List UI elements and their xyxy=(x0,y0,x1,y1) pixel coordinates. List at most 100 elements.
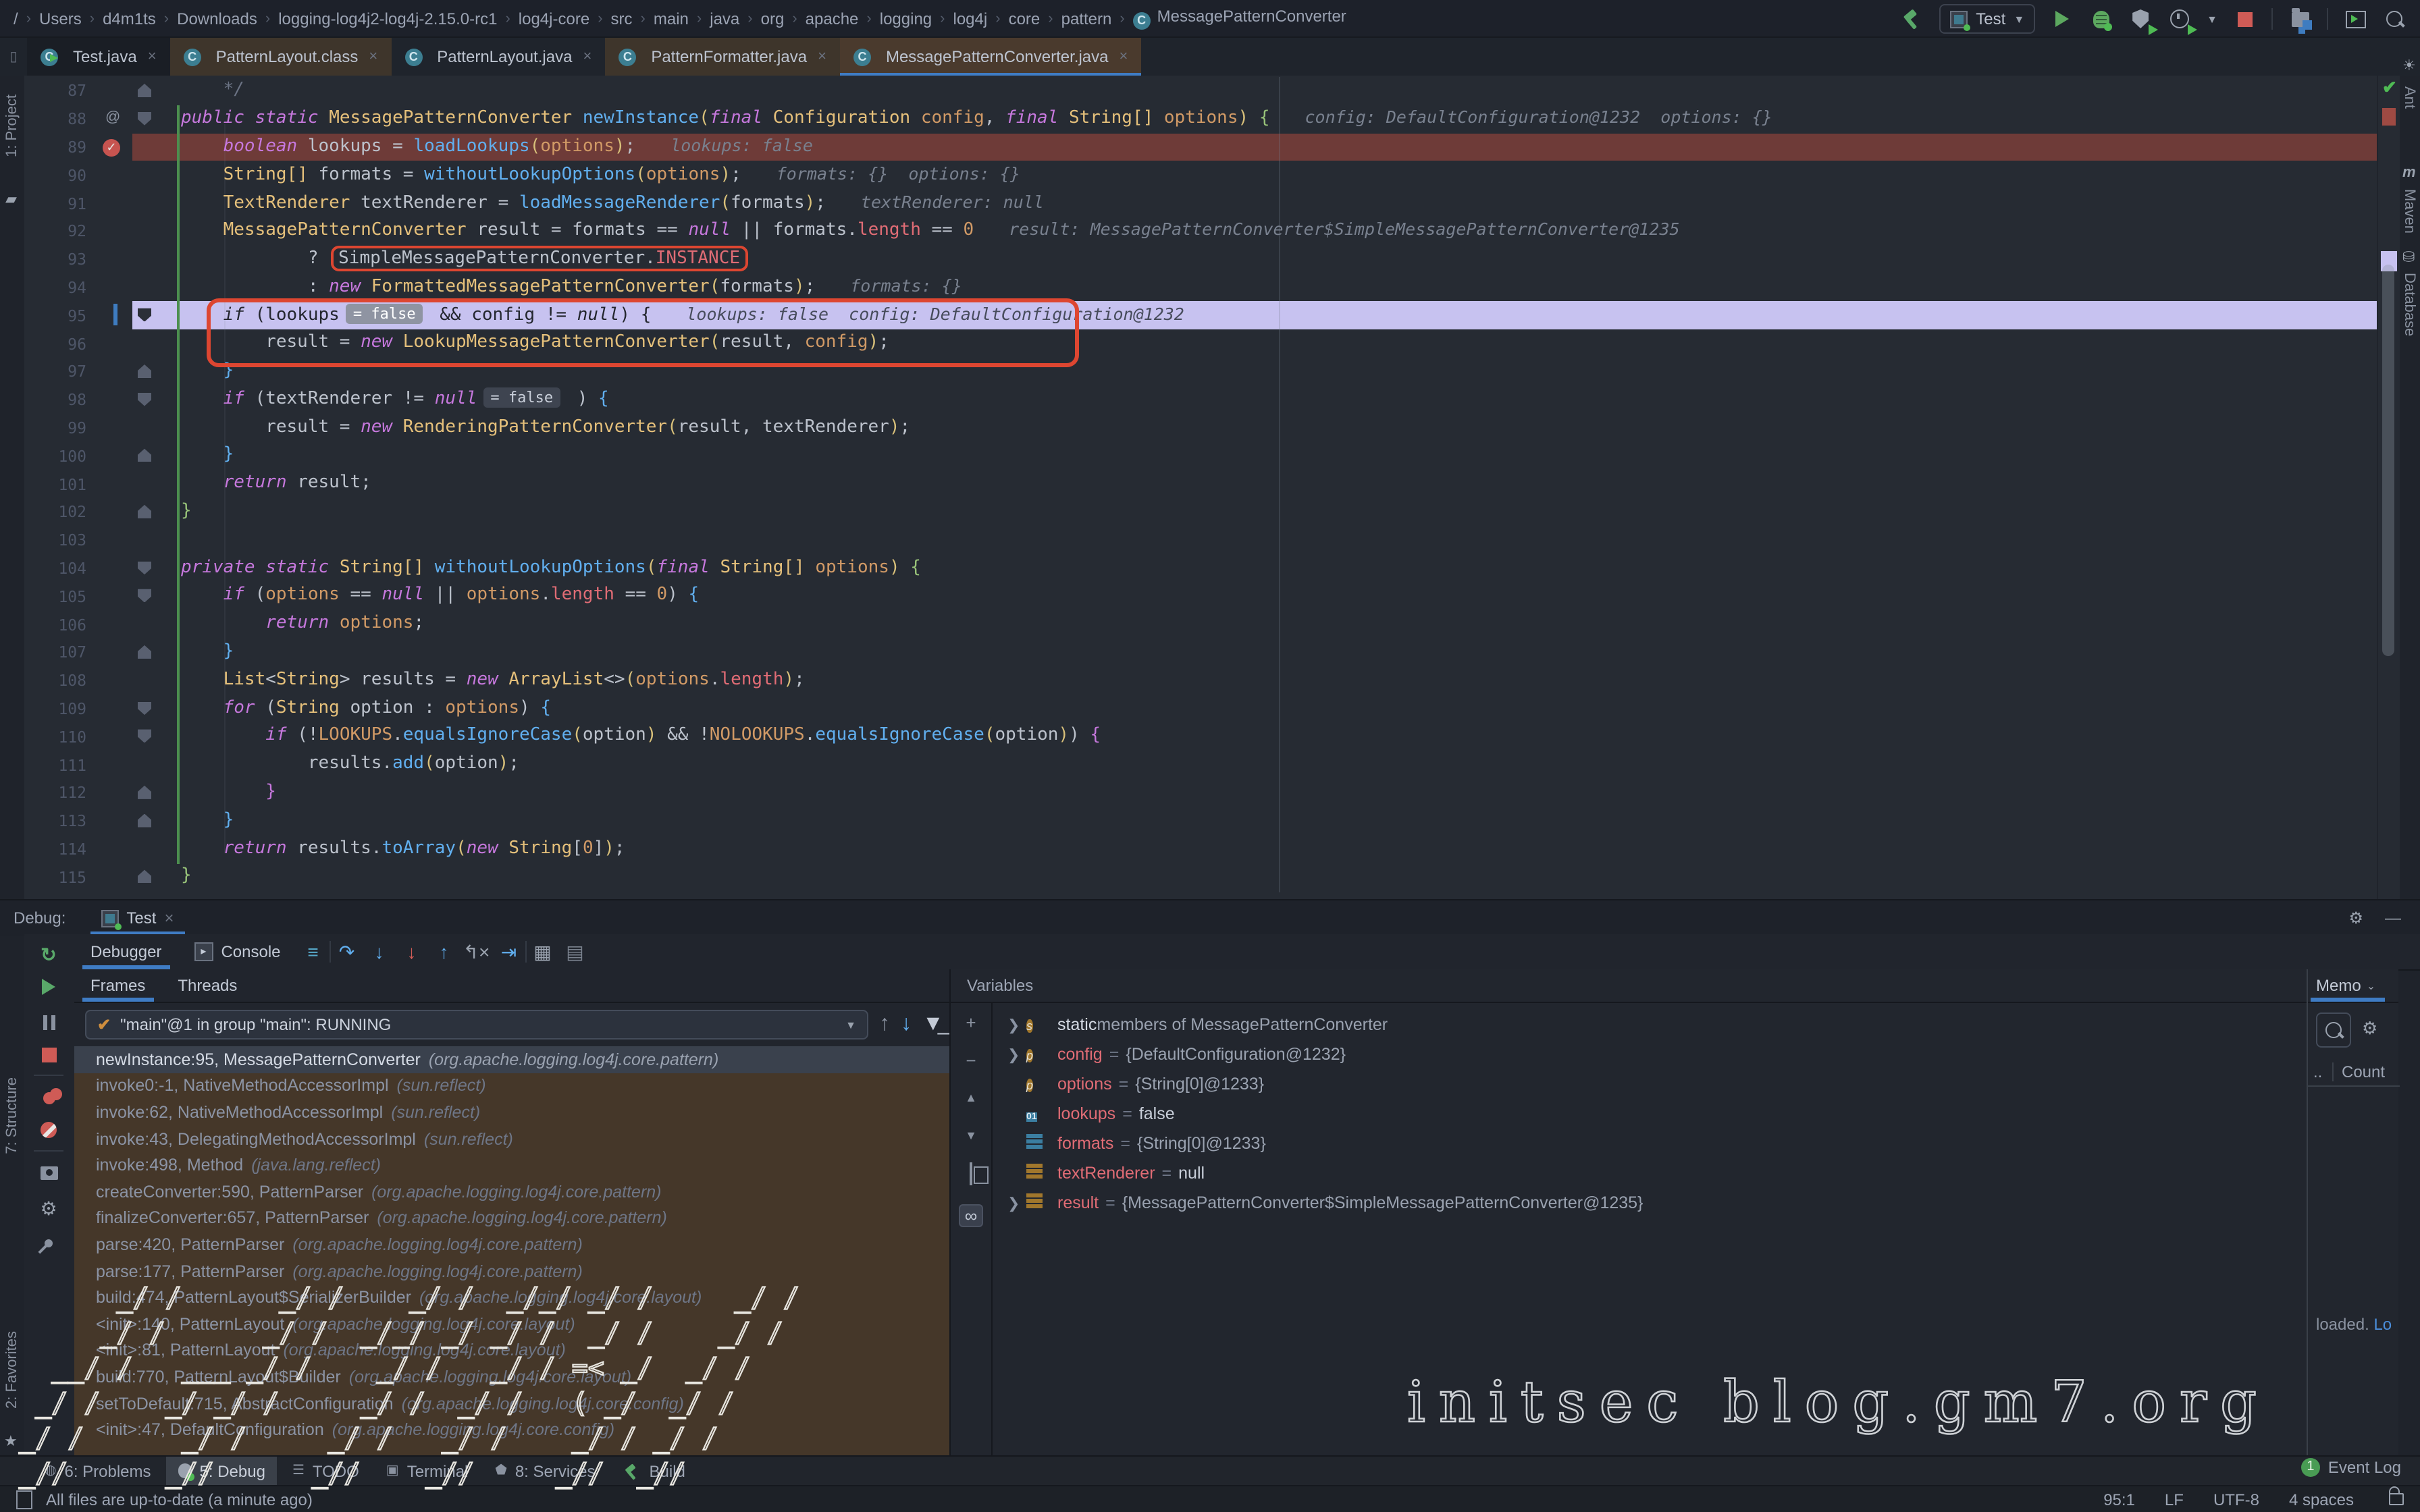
code-line[interactable]: 115} xyxy=(24,863,2377,892)
line-separator[interactable]: LF xyxy=(2165,1490,2184,1509)
breadcrumb-item[interactable]: core xyxy=(1009,9,1041,28)
fold-marker-icon[interactable] xyxy=(138,112,151,126)
line-number[interactable]: 108 xyxy=(24,671,92,690)
code-text[interactable]: return results.toArray(new String[0]); xyxy=(157,835,625,863)
line-number[interactable]: 115 xyxy=(24,867,92,886)
step-out-icon[interactable]: ↑ xyxy=(428,941,461,963)
fold-gutter[interactable] xyxy=(132,610,157,639)
stack-frame[interactable]: invoke0:-1, NativeMethodAccessorImpl(sun… xyxy=(74,1073,949,1099)
build-hammer-icon[interactable] xyxy=(1900,7,1924,31)
fold-marker-icon[interactable] xyxy=(138,645,151,659)
step-over-icon[interactable]: ↷ xyxy=(331,940,363,963)
stop-icon[interactable] xyxy=(2232,7,2257,31)
code-text[interactable]: } xyxy=(157,442,234,470)
line-number[interactable]: 103 xyxy=(24,531,92,549)
code-text[interactable]: return options; xyxy=(157,610,424,639)
stack-frame[interactable]: build:770, PatternLayout$Builder(org.apa… xyxy=(74,1364,949,1390)
view-breakpoints-icon[interactable] xyxy=(36,1085,61,1110)
code-line[interactable]: 109 for (String option : options) { xyxy=(24,695,2377,723)
code-text[interactable]: return result; xyxy=(157,470,371,498)
editor-tab[interactable]: CPatternLayout.java× xyxy=(391,38,605,76)
frame-down-icon[interactable]: ↓ xyxy=(901,1013,912,1037)
line-number[interactable]: 107 xyxy=(24,643,92,662)
variable-row[interactable]: 01lookups=false xyxy=(991,1099,2307,1129)
gutter-icons[interactable] xyxy=(92,442,132,470)
line-number[interactable]: 88 xyxy=(24,109,92,128)
code-line[interactable]: 102} xyxy=(24,498,2377,526)
fold-gutter[interactable] xyxy=(132,358,157,386)
fold-gutter[interactable] xyxy=(132,133,157,161)
move-down-icon[interactable]: ▼ xyxy=(951,1129,991,1142)
breadcrumb-item[interactable]: org xyxy=(761,9,785,28)
tool-window-button-build[interactable]: Build xyxy=(610,1457,698,1485)
gutter-icons[interactable] xyxy=(92,302,132,330)
code-line[interactable]: 91 TextRenderer textRenderer = loadMessa… xyxy=(24,189,2377,217)
breadcrumb-item[interactable]: logging-log4j2-log4j-2.15.0-rc1 xyxy=(278,9,497,28)
line-number[interactable]: 114 xyxy=(24,840,92,859)
breadcrumb-item[interactable]: log4j-core xyxy=(519,9,589,28)
tool-window-button-services[interactable]: ⬟8: Services xyxy=(483,1457,607,1485)
code-text[interactable]: ? SimpleMessagePatternConverter.INSTANCE xyxy=(157,246,749,274)
line-number[interactable]: 91 xyxy=(24,194,92,213)
tool-window-ant[interactable]: Ant xyxy=(2401,86,2417,109)
line-number[interactable]: 90 xyxy=(24,166,92,185)
fold-gutter[interactable] xyxy=(132,498,157,526)
layout-icon[interactable]: ≡ xyxy=(297,941,330,963)
fold-gutter[interactable] xyxy=(132,666,157,695)
frame-up-icon[interactable]: ↑ xyxy=(879,1013,890,1037)
code-line[interactable]: 106 return options; xyxy=(24,610,2377,639)
layout-settings-icon[interactable]: ▤ xyxy=(559,940,591,963)
annotation-gutter-icon[interactable]: @ xyxy=(105,109,120,126)
fold-gutter[interactable] xyxy=(132,695,157,723)
code-line[interactable]: 107 } xyxy=(24,639,2377,667)
line-number[interactable]: 100 xyxy=(24,447,92,466)
code-text[interactable]: } xyxy=(157,639,234,667)
code-text[interactable]: } xyxy=(157,807,234,835)
indent-setting[interactable]: 4 spaces xyxy=(2289,1490,2354,1509)
tool-window-project[interactable]: 1: Project xyxy=(4,94,20,157)
fold-gutter[interactable] xyxy=(132,583,157,611)
code-line[interactable]: 94 : new FormattedMessagePatternConverte… xyxy=(24,273,2377,302)
tab-debugger[interactable]: Debugger xyxy=(74,934,178,969)
close-icon[interactable]: × xyxy=(583,49,591,65)
gutter-icons[interactable] xyxy=(92,358,132,386)
line-number[interactable]: 110 xyxy=(24,727,92,746)
editor-tab[interactable]: CPatternLayout.class× xyxy=(170,38,392,76)
code-text[interactable]: } xyxy=(157,779,276,807)
memory-load-link[interactable]: Lo xyxy=(2373,1315,2392,1334)
tab-frames[interactable]: Frames xyxy=(74,969,161,1002)
code-line[interactable]: 92 MessagePatternConverter result = form… xyxy=(24,217,2377,246)
close-icon[interactable]: × xyxy=(1120,49,1128,65)
line-number[interactable]: 113 xyxy=(24,811,92,830)
code-line[interactable]: 101 return result; xyxy=(24,470,2377,498)
stack-frame[interactable]: parse:177, PatternParser(org.apache.logg… xyxy=(74,1258,949,1285)
gutter-icons[interactable] xyxy=(92,386,132,414)
breadcrumb-item[interactable]: java xyxy=(710,9,739,28)
search-everywhere-icon[interactable] xyxy=(2382,7,2406,31)
inspections-ok-icon[interactable]: ✔ xyxy=(2382,77,2396,99)
line-number[interactable]: 87 xyxy=(24,82,92,101)
variable-row[interactable]: ❯pconfig={DefaultConfiguration@1232} xyxy=(991,1040,2307,1069)
gutter-icons[interactable]: @ xyxy=(92,105,132,134)
tabbar-corner-icon[interactable]: ▯ xyxy=(0,38,27,76)
gutter-icons[interactable] xyxy=(92,666,132,695)
debug-session-tab[interactable]: Test × xyxy=(90,900,184,936)
fold-gutter[interactable] xyxy=(132,526,157,555)
code-line[interactable]: 89✓ boolean lookups = loadLookups(option… xyxy=(24,133,2377,161)
tool-window-button-problems[interactable]: ◍6: Problems xyxy=(32,1457,163,1485)
gutter-icons[interactable] xyxy=(92,498,132,526)
fold-marker-icon[interactable] xyxy=(138,730,151,743)
rerun-icon[interactable]: ↻ xyxy=(36,942,61,967)
breakpoint-icon[interactable]: ✓ xyxy=(103,138,120,156)
breadcrumb-item[interactable]: apache xyxy=(806,9,859,28)
code-editor[interactable]: 87 */88@public static MessagePatternConv… xyxy=(24,76,2377,899)
gutter-icons[interactable] xyxy=(92,217,132,246)
line-number[interactable]: 89 xyxy=(24,138,92,157)
expand-chevron-icon[interactable]: ❯ xyxy=(1007,1016,1026,1033)
line-number[interactable]: 98 xyxy=(24,390,92,409)
tool-window-database[interactable]: Database xyxy=(2401,273,2417,336)
fold-marker-icon[interactable] xyxy=(138,589,151,603)
error-stripe-breakpoint[interactable] xyxy=(2382,108,2396,126)
editor-scrollbar[interactable]: ✔ xyxy=(2377,76,2400,899)
fold-gutter[interactable] xyxy=(132,470,157,498)
